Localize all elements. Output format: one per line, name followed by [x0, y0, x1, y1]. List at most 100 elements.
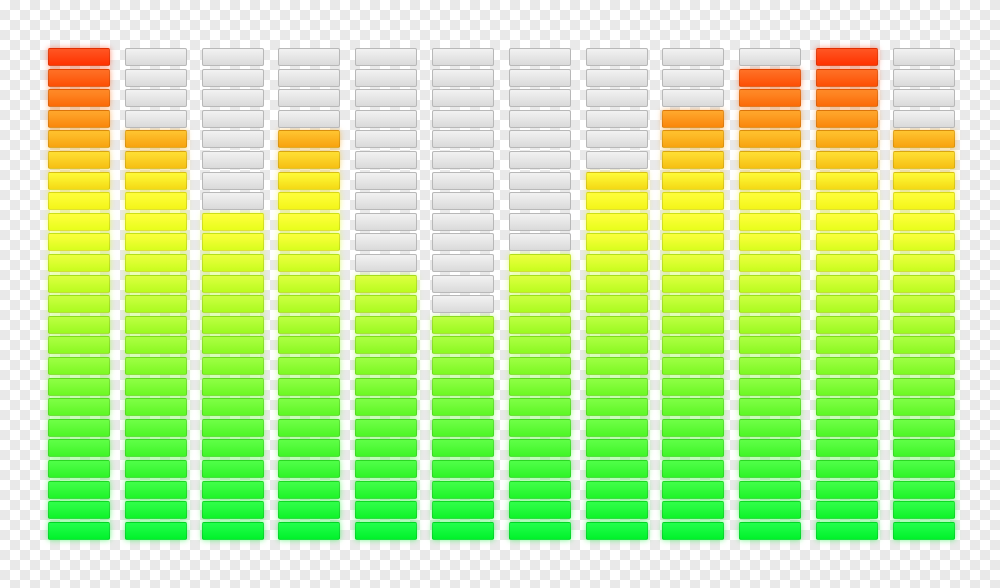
- level-segment-lit: [125, 336, 187, 354]
- equalizer-band: [816, 48, 878, 542]
- level-segment-lit: [586, 522, 648, 540]
- level-segment-lit: [739, 130, 801, 148]
- level-segment-unlit: [202, 69, 264, 87]
- level-segment-lit: [432, 398, 494, 416]
- level-segment-lit: [202, 295, 264, 313]
- level-segment-lit: [739, 151, 801, 169]
- level-segment-lit: [48, 69, 110, 87]
- level-segment-lit: [125, 316, 187, 334]
- level-segment-lit: [125, 233, 187, 251]
- level-segment-lit: [278, 357, 340, 375]
- level-segment-lit: [48, 522, 110, 540]
- level-segment-unlit: [432, 69, 494, 87]
- level-segment-lit: [125, 275, 187, 293]
- level-segment-lit: [202, 357, 264, 375]
- level-segment-lit: [816, 378, 878, 396]
- level-segment-lit: [893, 213, 955, 231]
- level-segment-lit: [125, 439, 187, 457]
- level-segment-lit: [278, 295, 340, 313]
- level-segment-lit: [739, 89, 801, 107]
- level-segment-unlit: [202, 172, 264, 190]
- level-segment-lit: [739, 172, 801, 190]
- level-segment-lit: [662, 213, 724, 231]
- level-segment-lit: [278, 522, 340, 540]
- level-segment-lit: [586, 295, 648, 313]
- level-segment-lit: [662, 501, 724, 519]
- level-segment-lit: [355, 357, 417, 375]
- level-segment-lit: [586, 172, 648, 190]
- level-segment-unlit: [509, 48, 571, 66]
- level-segment-unlit: [509, 192, 571, 210]
- level-segment-lit: [125, 419, 187, 437]
- equalizer-band: [586, 48, 648, 542]
- level-segment-unlit: [586, 130, 648, 148]
- level-segment-lit: [816, 295, 878, 313]
- level-segment-lit: [816, 275, 878, 293]
- level-segment-lit: [739, 357, 801, 375]
- level-segment-lit: [355, 501, 417, 519]
- level-segment-lit: [893, 357, 955, 375]
- level-segment-lit: [432, 481, 494, 499]
- level-segment-lit: [662, 316, 724, 334]
- level-segment-lit: [739, 460, 801, 478]
- level-segment-lit: [202, 233, 264, 251]
- level-segment-unlit: [432, 213, 494, 231]
- level-segment-lit: [48, 192, 110, 210]
- equalizer-band: [509, 48, 571, 542]
- level-segment-lit: [586, 275, 648, 293]
- level-segment-lit: [432, 501, 494, 519]
- level-segment-lit: [278, 130, 340, 148]
- equalizer-band: [355, 48, 417, 542]
- level-segment-lit: [586, 357, 648, 375]
- level-segment-unlit: [893, 89, 955, 107]
- level-segment-lit: [816, 130, 878, 148]
- level-segment-lit: [48, 336, 110, 354]
- level-segment-lit: [586, 254, 648, 272]
- level-segment-lit: [662, 130, 724, 148]
- level-segment-lit: [278, 151, 340, 169]
- level-segment-lit: [662, 110, 724, 128]
- level-segment-lit: [509, 316, 571, 334]
- level-segment-lit: [662, 275, 724, 293]
- level-segment-lit: [739, 110, 801, 128]
- level-segment-lit: [816, 172, 878, 190]
- level-segment-unlit: [125, 110, 187, 128]
- level-segment-lit: [509, 336, 571, 354]
- level-segment-unlit: [355, 89, 417, 107]
- level-segment-unlit: [586, 151, 648, 169]
- level-segment-lit: [125, 254, 187, 272]
- level-segment-lit: [278, 254, 340, 272]
- level-segment-lit: [278, 336, 340, 354]
- level-segment-lit: [355, 419, 417, 437]
- level-segment-unlit: [355, 69, 417, 87]
- level-segment-lit: [202, 378, 264, 396]
- level-segment-lit: [48, 357, 110, 375]
- level-segment-lit: [816, 481, 878, 499]
- level-segment-lit: [509, 398, 571, 416]
- level-segment-lit: [586, 398, 648, 416]
- level-segment-lit: [739, 522, 801, 540]
- level-segment-lit: [662, 522, 724, 540]
- level-segment-lit: [48, 398, 110, 416]
- level-segment-lit: [586, 419, 648, 437]
- level-segment-lit: [125, 460, 187, 478]
- level-segment-lit: [893, 419, 955, 437]
- level-segment-lit: [509, 275, 571, 293]
- level-segment-lit: [586, 378, 648, 396]
- level-segment-lit: [355, 295, 417, 313]
- level-segment-lit: [278, 378, 340, 396]
- level-segment-lit: [48, 481, 110, 499]
- level-segment-lit: [586, 336, 648, 354]
- level-segment-unlit: [662, 69, 724, 87]
- level-segment-lit: [278, 192, 340, 210]
- level-segment-lit: [355, 439, 417, 457]
- level-segment-lit: [125, 151, 187, 169]
- level-segment-lit: [125, 213, 187, 231]
- level-segment-unlit: [355, 213, 417, 231]
- level-segment-unlit: [202, 89, 264, 107]
- level-segment-lit: [202, 316, 264, 334]
- level-segment-lit: [509, 501, 571, 519]
- level-segment-unlit: [355, 233, 417, 251]
- level-segment-lit: [202, 213, 264, 231]
- level-segment-lit: [586, 481, 648, 499]
